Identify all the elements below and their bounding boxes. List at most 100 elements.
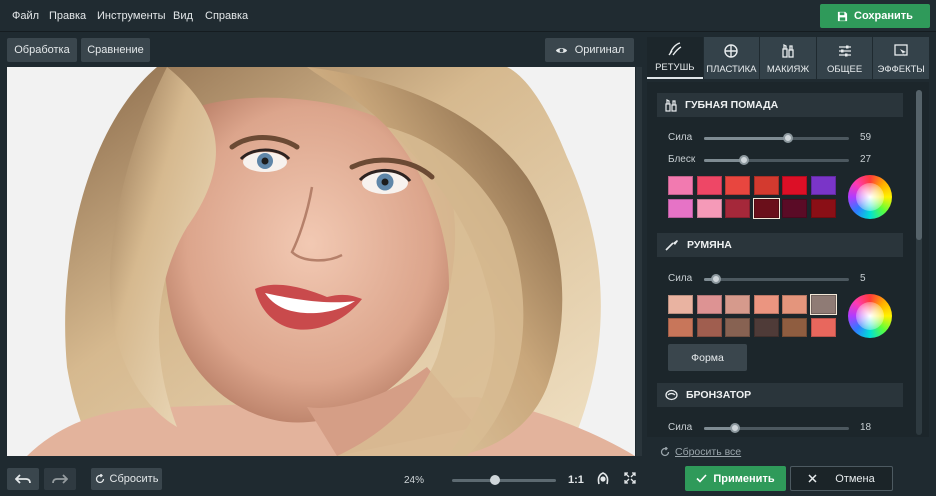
bronzer-strength-label: Сила xyxy=(668,422,693,433)
lipstick-swatch[interactable] xyxy=(696,176,722,195)
lipstick-swatch[interactable] xyxy=(725,199,750,218)
bronzer-title: БРОНЗАТОР xyxy=(686,389,752,401)
save-label: Сохранить xyxy=(854,10,913,22)
close-icon xyxy=(808,474,817,483)
blush-swatch[interactable] xyxy=(668,295,693,314)
tab-general[interactable]: ОБЩЕЕ xyxy=(816,37,873,79)
menubar: Файл Правка Инструменты Вид Справка Сохр… xyxy=(0,0,936,32)
effects-icon xyxy=(894,44,908,57)
blush-swatch[interactable] xyxy=(668,318,693,337)
menu-help[interactable]: Справка xyxy=(205,10,248,22)
tab-plastic[interactable]: ПЛАСТИКА xyxy=(703,37,760,79)
menu-file[interactable]: Файл xyxy=(12,10,39,22)
portrait-photo xyxy=(7,67,635,456)
lipstick-section-header[interactable]: ГУБНАЯ ПОМАДА xyxy=(657,93,903,117)
lipstick-swatch[interactable] xyxy=(725,176,750,195)
blush-swatch[interactable] xyxy=(753,295,779,314)
target-icon xyxy=(724,44,739,58)
blush-color-wheel[interactable] xyxy=(848,294,892,338)
reset-icon xyxy=(95,474,104,484)
tab-label: МАКИЯЖ xyxy=(766,64,810,75)
blush-shape-button[interactable]: Форма xyxy=(668,344,747,371)
slider-knob[interactable] xyxy=(730,423,740,433)
check-icon xyxy=(696,474,707,483)
face-detect-icon[interactable] xyxy=(597,472,609,485)
tab-makeup[interactable]: МАКИЯЖ xyxy=(760,37,816,79)
reset-button[interactable]: Сбросить xyxy=(91,468,162,490)
slider-fill xyxy=(704,137,788,140)
menu-view[interactable]: Вид xyxy=(173,10,193,22)
canvas-scrollbar[interactable] xyxy=(636,67,642,456)
blush-title: РУМЯНА xyxy=(687,239,732,251)
lipstick-swatch[interactable] xyxy=(753,176,779,195)
blush-swatch[interactable] xyxy=(810,318,836,337)
tab-label: РЕТУШЬ xyxy=(655,62,695,73)
reset-all-link[interactable]: Сбросить все xyxy=(660,446,741,458)
lipstick-swatch[interactable] xyxy=(696,199,722,218)
actual-size-button[interactable]: 1:1 xyxy=(568,474,584,486)
bronzer-strength-value: 18 xyxy=(860,422,872,433)
blush-strength-slider[interactable] xyxy=(704,274,849,284)
lipstick-swatch[interactable] xyxy=(668,199,693,218)
blush-swatch[interactable] xyxy=(782,318,807,337)
lipstick-swatch[interactable] xyxy=(810,176,836,195)
floppy-icon xyxy=(837,11,848,21)
bronzer-icon xyxy=(665,389,678,401)
zoom-slider[interactable] xyxy=(452,475,556,485)
photo-canvas[interactable] xyxy=(7,67,635,456)
slider-knob[interactable] xyxy=(739,155,749,165)
lipstick-swatch[interactable] xyxy=(752,198,780,219)
lipstick-swatch[interactable] xyxy=(782,199,807,218)
lipstick-color-wheel[interactable] xyxy=(848,175,892,219)
blush-swatch[interactable] xyxy=(782,295,807,314)
bronzer-strength-slider[interactable] xyxy=(704,423,849,433)
cancel-button[interactable]: Отмена xyxy=(790,466,893,491)
lipstick-gloss-value: 27 xyxy=(860,154,872,165)
lipstick-strength-slider[interactable] xyxy=(704,133,849,143)
lipstick-gloss-slider[interactable] xyxy=(704,155,849,165)
lipstick-strength-label: Сила xyxy=(668,132,693,143)
menu-edit[interactable]: Правка xyxy=(49,10,86,22)
menu-tools[interactable]: Инструменты xyxy=(97,10,166,22)
tool-tabs: РЕТУШЬ ПЛАСТИКА МАКИЯЖ ОБЩЕЕ ЭФФЕКТЫ xyxy=(647,37,929,79)
original-button[interactable]: Оригинал xyxy=(545,38,634,62)
reset-label: Сбросить xyxy=(109,473,159,485)
tab-effects[interactable]: ЭФФЕКТЫ xyxy=(873,37,929,79)
tab-label: ЭФФЕКТЫ xyxy=(877,64,925,75)
lipstick-icon xyxy=(665,99,677,112)
lipstick-title: ГУБНАЯ ПОМАДА xyxy=(685,99,779,111)
compare-button[interactable]: Сравнение xyxy=(81,38,150,62)
processing-button[interactable]: Обработка xyxy=(7,38,77,62)
blush-swatch[interactable] xyxy=(753,318,779,337)
tab-label: ПЛАСТИКА xyxy=(706,64,757,75)
slider-knob[interactable] xyxy=(711,274,721,284)
apply-button[interactable]: Применить xyxy=(685,466,786,491)
blush-swatch[interactable] xyxy=(725,295,750,314)
bronzer-section-header[interactable]: БРОНЗАТОР xyxy=(657,383,903,407)
cosmetics-icon xyxy=(782,43,794,58)
zoom-slider-knob[interactable] xyxy=(490,475,500,485)
tab-retouch[interactable]: РЕТУШЬ xyxy=(647,37,703,79)
lipstick-swatch[interactable] xyxy=(810,199,836,218)
blush-strength-value: 5 xyxy=(860,273,866,284)
undo-button[interactable] xyxy=(7,468,39,490)
blush-swatch[interactable] xyxy=(809,294,837,315)
blush-strength-label: Сила xyxy=(668,273,693,284)
save-button[interactable]: Сохранить xyxy=(820,4,930,28)
blush-swatch[interactable] xyxy=(696,295,722,314)
blush-section-header[interactable]: РУМЯНА xyxy=(657,233,903,257)
lipstick-strength-value: 59 xyxy=(860,132,872,143)
blush-brush-icon xyxy=(665,240,678,251)
panel-scrollbar[interactable] xyxy=(916,90,922,435)
panel-scrollbar-thumb[interactable] xyxy=(916,90,922,240)
fullscreen-icon[interactable] xyxy=(624,472,636,484)
blush-swatch[interactable] xyxy=(725,318,750,337)
cancel-label: Отмена xyxy=(835,472,875,485)
lipstick-swatch[interactable] xyxy=(782,176,807,195)
lipstick-swatch[interactable] xyxy=(668,176,693,195)
blush-swatch[interactable] xyxy=(696,318,722,337)
redo-button[interactable] xyxy=(44,468,76,490)
reset-icon xyxy=(660,447,670,457)
eye-icon xyxy=(555,47,567,53)
slider-knob[interactable] xyxy=(783,133,793,143)
